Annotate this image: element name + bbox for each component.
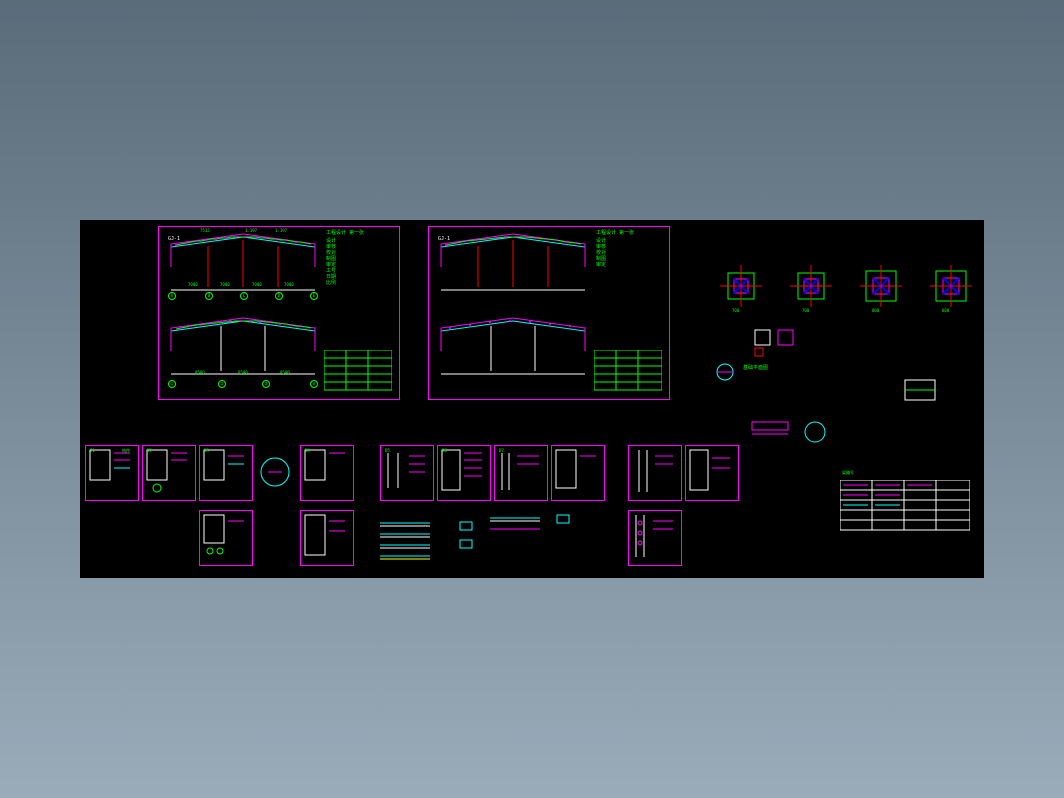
beam-sections: [458, 520, 478, 560]
grid-marker: ①: [168, 380, 176, 388]
dim-label: 1.197: [245, 228, 257, 233]
foundation-plan-4: [930, 265, 972, 307]
table-col: 构件: [122, 448, 130, 454]
detail-small-4: [750, 420, 790, 440]
tb-header: 工程设计 第一张: [596, 230, 634, 236]
dim-label: 800: [942, 308, 949, 313]
tb-line: 比例: [326, 280, 336, 286]
beam-elev-2: [490, 515, 545, 535]
sheet1-titleblock: 工程设计 第一张 设计 审核 校对 制图 审定 工号 日期 比例: [324, 230, 394, 395]
foundation-plan-1: [720, 265, 762, 307]
foundation-plan-3: [860, 265, 902, 307]
dim-label: 8500: [238, 370, 248, 375]
detail-label: D7: [499, 448, 504, 453]
foundation-label: 基础平面图: [743, 365, 768, 371]
dim-label: 7000: [220, 282, 230, 287]
grid-marker: A: [168, 292, 176, 300]
grid-marker: E: [310, 292, 318, 300]
grid-marker: ④: [310, 380, 318, 388]
dim-label: 7512: [200, 228, 210, 233]
grid-marker: B: [205, 292, 213, 300]
detail-small-1: [750, 325, 800, 360]
dim-label: 700: [802, 308, 809, 313]
dim-label: 8500: [195, 370, 205, 375]
dim-label: 7000: [188, 282, 198, 287]
sheet2-bottom-elevation: [438, 316, 588, 378]
dim-label: 8500: [280, 370, 290, 375]
sheet2-titleblock: 工程设计 第一张 设计 审核 校对 制图 审定: [594, 230, 664, 395]
dim-label: 1.197: [275, 228, 287, 233]
grid-marker: ②: [218, 380, 226, 388]
grid-marker: ③: [262, 380, 270, 388]
sheet1-label: GJ-1: [168, 236, 180, 242]
beam-sect-2: [555, 513, 573, 528]
detail-label: D4: [305, 448, 310, 453]
sheet2-label: GJ-1: [438, 236, 450, 242]
dim-label: 7000: [284, 282, 294, 287]
tb-line: 审定: [596, 262, 606, 268]
detail-label: D2: [147, 448, 152, 453]
detail-circle-2: [800, 420, 830, 445]
sheet2-top-elevation: [438, 232, 588, 294]
cad-drawing-canvas[interactable]: GJ-1 7512 1.197 1.197 7000 7000 7000 700…: [80, 220, 984, 578]
beam-elevations: [380, 520, 450, 560]
detail-label: D3: [204, 448, 209, 453]
tb-header: 工程设计 第一张: [326, 230, 364, 236]
grid-marker: D: [275, 292, 283, 300]
detail-label: D1: [90, 448, 95, 453]
detail-label: D6: [442, 448, 447, 453]
beam-schedule: [840, 480, 970, 535]
schedule-title: 梁编号: [842, 470, 854, 476]
dim-label: 7000: [252, 282, 262, 287]
detail-circle: [258, 450, 293, 495]
detail-small-3: [900, 375, 940, 405]
detail-label: D5: [385, 448, 390, 453]
grid-marker: C: [240, 292, 248, 300]
detail-small-2: [710, 360, 740, 385]
foundation-plan-2: [790, 265, 832, 307]
dim-label: 800: [872, 308, 879, 313]
sheet1-bottom-elevation: [168, 316, 318, 378]
dim-label: 700: [732, 308, 739, 313]
